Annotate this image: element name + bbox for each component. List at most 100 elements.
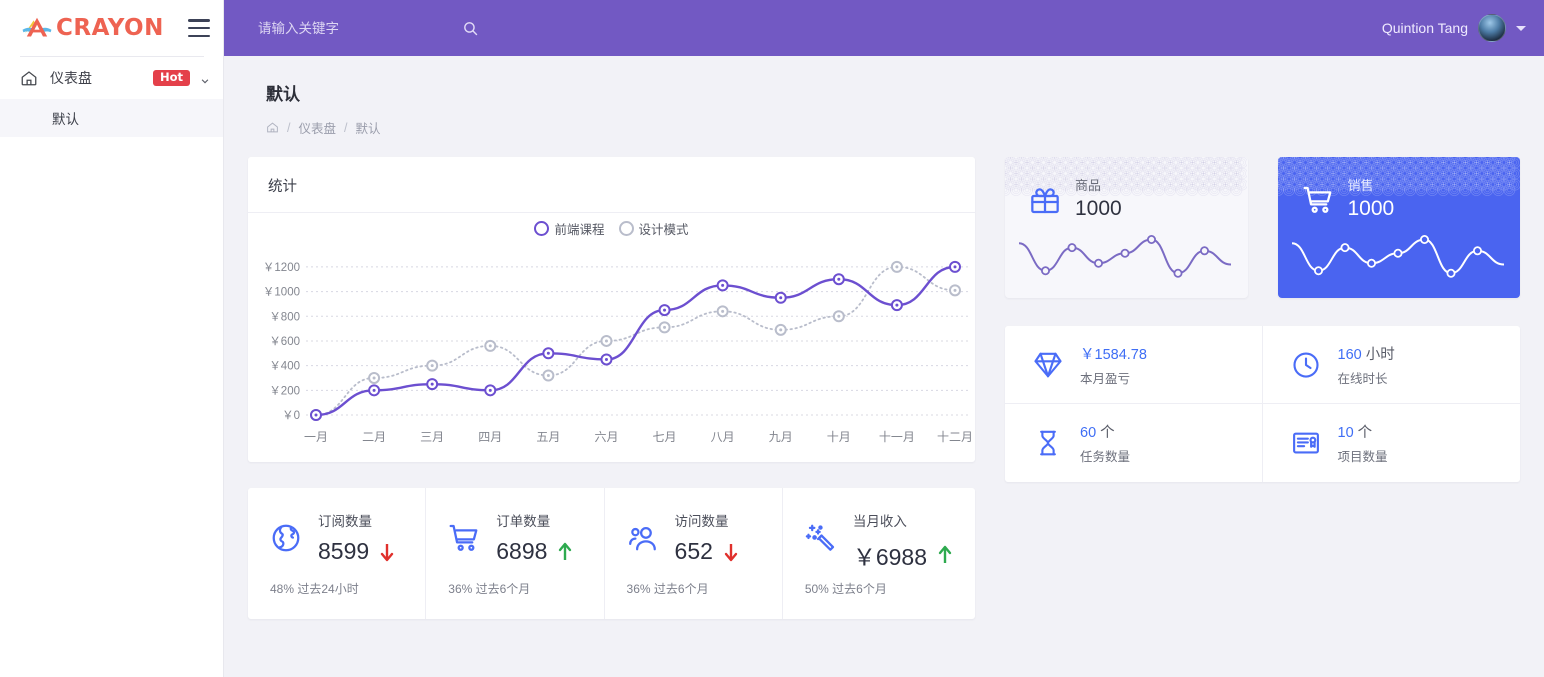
trend-down-icon <box>723 542 739 562</box>
chart-legend: 前端课程 设计模式 <box>248 219 975 238</box>
breadcrumb-separator: / <box>287 120 291 135</box>
bottom-stat-value: 652 <box>674 538 713 564</box>
legend-item-series-0[interactable]: 前端课程 <box>534 219 605 238</box>
hamburger-icon[interactable] <box>188 19 210 37</box>
svg-text:￥1200: ￥1200 <box>263 262 300 274</box>
sidebar: CRAYON 仪表盘 Hot 默认 <box>0 0 224 677</box>
metric-unit: 个 <box>1357 425 1373 441</box>
legend-marker-icon <box>534 221 550 236</box>
svg-text:八月: 八月 <box>711 430 735 444</box>
gift-icon <box>1029 184 1061 216</box>
svg-text:￥1000: ￥1000 <box>263 287 300 299</box>
svg-text:二月: 二月 <box>362 430 386 444</box>
svg-text:￥0: ￥0 <box>282 410 300 422</box>
page-title: 默认 <box>266 85 300 104</box>
search-input[interactable] <box>258 20 378 36</box>
sidebar-subitem-label: 默认 <box>52 112 79 127</box>
status-badge: Hot <box>152 69 190 87</box>
dashboard-grid: 统计 前端课程 设计模式 ￥0 ￥200 ￥400 ￥600 ￥800 ￥100… <box>248 147 1520 619</box>
metric-label: 在线时长 <box>1337 371 1388 386</box>
bottom-stat-label: 订阅数量 <box>318 514 372 529</box>
svg-text:七月: 七月 <box>653 430 677 444</box>
svg-text:￥800: ￥800 <box>269 311 300 323</box>
hero-card-header: 销售 1000 <box>1278 157 1521 223</box>
bottom-stat-value-row: ￥6988 <box>853 538 953 572</box>
chevron-down-icon[interactable] <box>200 73 210 84</box>
content-area: 默认 / 仪表盘 / 默认 统计 前端课程 设计模式 ￥0 ￥200 ￥400 … <box>224 56 1544 677</box>
chart-column: 统计 前端课程 设计模式 ￥0 ￥200 ￥400 ￥600 ￥800 ￥100… <box>248 157 975 619</box>
metric-item[interactable]: 10 个 项目数量 <box>1263 404 1521 482</box>
chart-canvas: ￥0 ￥200 ￥400 ￥600 ￥800 ￥1000 ￥1200 一月 二月 三月 四月 五月 六月… <box>263 260 973 444</box>
home-icon[interactable] <box>266 121 279 134</box>
bottom-stat-card[interactable]: 当月收入 ￥6988 50% 过去6个月 <box>783 488 975 619</box>
legend-item-series-1[interactable]: 设计模式 <box>618 219 689 238</box>
diamond-icon <box>1033 350 1063 380</box>
home-icon <box>20 69 38 87</box>
bottom-stat-card[interactable]: 订单数量 6898 36% 过去6个月 <box>426 488 605 619</box>
metric-value: 60 个 <box>1080 425 1115 441</box>
metric-item[interactable]: ￥1584.78 本月盈亏 <box>1005 326 1263 404</box>
hero-card-sales[interactable]: 销售 1000 <box>1277 157 1521 298</box>
app-root: CRAYON 仪表盘 Hot 默认 请输入关键字 Quintion Tang 默… <box>0 0 1544 677</box>
users-icon <box>627 522 659 554</box>
shopping-cart-icon <box>1302 184 1334 216</box>
bottom-stat-card[interactable]: 访问数量 652 36% 过去6个月 <box>605 488 783 619</box>
bottom-stat-body: 访问数量 652 <box>627 510 760 565</box>
hourglass-icon <box>1033 428 1063 458</box>
legend-label: 前端课程 <box>554 223 605 237</box>
trend-up-icon <box>937 545 953 565</box>
hero-card-products[interactable]: 商品 1000 <box>1005 157 1248 298</box>
sidebar-item-label: 仪表盘 <box>50 70 92 86</box>
svg-text:三月: 三月 <box>420 430 444 444</box>
avatar[interactable] <box>1478 14 1506 42</box>
metric-label: 任务数量 <box>1080 450 1131 464</box>
certificate-icon <box>1291 428 1321 458</box>
bottom-stats-row: 订阅数量 8599 48% 过去24小时 订单数量 6898 36% 过去6个月 <box>248 488 975 619</box>
metric-item[interactable]: 60 个 任务数量 <box>1005 404 1263 482</box>
bottom-stat-value: 6898 <box>496 538 548 564</box>
svg-text:一月: 一月 <box>304 430 328 444</box>
bottom-stat-footer: 50% 过去6个月 <box>804 582 887 596</box>
bottom-stat-footer: 48% 过去24小时 <box>270 582 359 596</box>
hero-cards-row: 商品 1000 销售 1000 <box>1005 157 1520 298</box>
breadcrumb-item-dashboard[interactable]: 仪表盘 <box>298 118 336 137</box>
bottom-stat-card[interactable]: 订阅数量 8599 48% 过去24小时 <box>248 488 427 619</box>
hero-sparkline <box>1018 234 1232 278</box>
svg-text:￥600: ￥600 <box>269 336 300 348</box>
sidebar-item-default[interactable]: 默认 <box>0 99 224 137</box>
summary-column: 商品 1000 销售 1000 ￥1584.78 本月盈亏 160小时 在线时 <box>1005 157 1520 619</box>
trend-up-icon <box>557 542 573 562</box>
breadcrumb-separator: / <box>344 120 348 135</box>
chevron-down-icon[interactable] <box>1516 25 1526 31</box>
bottom-stat-value-row: 8599 <box>318 538 395 565</box>
page-header: 默认 / 仪表盘 / 默认 <box>248 56 1520 147</box>
clock-icon <box>1291 350 1321 380</box>
legend-marker-icon <box>618 221 634 236</box>
hero-card-label: 商品 <box>1075 178 1102 193</box>
globe-icon <box>270 522 302 554</box>
main-area: Quintion Tang 默认 / 仪表盘 / 默认 <box>224 0 1544 677</box>
bottom-stat-body: 订单数量 6898 <box>448 510 581 565</box>
bottom-stat-label: 当月收入 <box>852 514 907 529</box>
legend-label: 设计模式 <box>638 223 689 237</box>
svg-text:￥400: ￥400 <box>269 361 300 373</box>
search-icon[interactable] <box>462 20 479 37</box>
brand-name: CRAYON <box>56 15 164 41</box>
metric-value: ￥1584.78 <box>1080 346 1147 363</box>
bottom-stat-value: 8599 <box>318 538 370 564</box>
svg-text:五月: 五月 <box>536 430 560 444</box>
metric-item[interactable]: 160 小时 在线时长 <box>1262 326 1520 404</box>
metric-unit: 个 <box>1100 425 1115 441</box>
topbar: Quintion Tang <box>224 0 1544 56</box>
bottom-stat-footer: 36% 过去6个月 <box>626 582 709 596</box>
user-menu[interactable]: Quintion Tang <box>1382 14 1526 42</box>
bottom-stat-value: ￥6988 <box>852 544 927 570</box>
svg-text:六月: 六月 <box>594 430 618 444</box>
crayon-logo-icon <box>20 14 54 42</box>
sidebar-item-dashboard[interactable]: 仪表盘 Hot <box>0 57 224 99</box>
svg-text:九月: 九月 <box>769 430 793 444</box>
search-box <box>258 20 479 37</box>
user-name: Quintion Tang <box>1381 20 1468 36</box>
bottom-stat-body: 当月收入 ￥6988 <box>805 510 953 572</box>
bottom-stat-value-row: 652 <box>675 538 739 565</box>
